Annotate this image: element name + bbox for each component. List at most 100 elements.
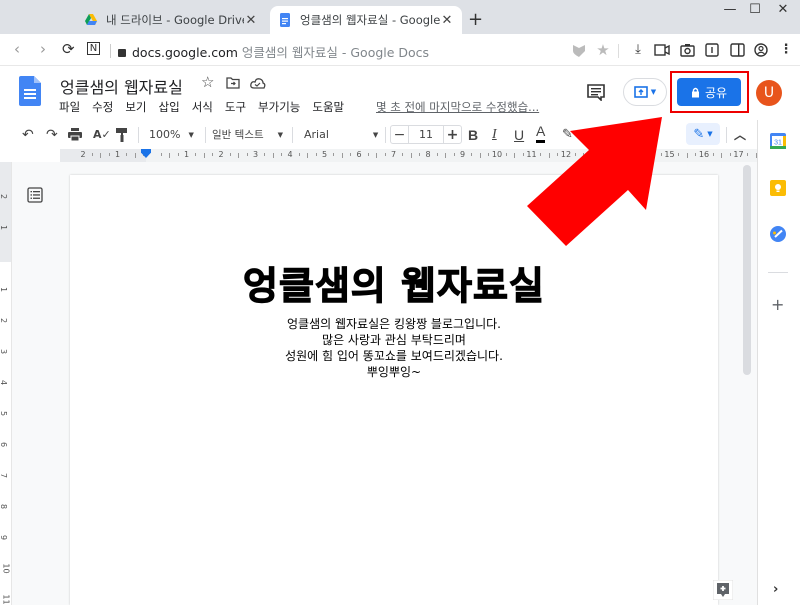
divider — [138, 127, 139, 143]
maximize-button[interactable]: ☐ — [740, 2, 770, 17]
ruler-tick — [384, 153, 386, 156]
google-docs-icon — [280, 13, 290, 27]
zoom-select[interactable]: 100% ▼ — [149, 121, 194, 148]
menu-tools[interactable]: 도구 — [225, 99, 246, 115]
menu-view[interactable]: 보기 — [125, 99, 146, 115]
tab-title: 엉클샘의 웹자료실 - Google Doc — [300, 13, 440, 27]
profile-icon[interactable] — [754, 43, 768, 57]
shield-icon[interactable] — [572, 43, 586, 57]
editing-mode-button[interactable]: ✎ ▼ — [686, 123, 720, 145]
ruler-tick — [203, 153, 205, 158]
extension-icon[interactable]: N — [87, 42, 100, 55]
menu-bar: 파일 수정 보기 삽입 서식 도구 부가기능 도움말 — [59, 99, 356, 115]
print-icon[interactable] — [68, 128, 82, 141]
docs-logo-icon[interactable] — [19, 76, 41, 106]
expand-panel-chevron-icon[interactable]: › — [773, 582, 778, 597]
url-field[interactable]: docs.google.com 엉클샘의 웹자료실 - Google Docs — [118, 42, 429, 61]
ruler-tick-label: 2 — [0, 318, 8, 323]
close-tab-icon[interactable]: ✕ — [244, 13, 258, 28]
font-size-input[interactable]: 11 — [409, 125, 443, 144]
paint-format-icon[interactable] — [116, 128, 128, 142]
new-tab-button[interactable]: + — [468, 9, 483, 30]
menu-addons[interactable]: 부가기능 — [258, 99, 300, 115]
close-tab-icon[interactable]: ✕ — [440, 13, 454, 28]
move-folder-icon[interactable] — [226, 77, 240, 89]
ruler-tick-label: 1 — [183, 150, 190, 159]
cloud-saved-icon[interactable] — [250, 77, 266, 89]
more-menu-icon[interactable]: ⋮ — [778, 42, 794, 58]
camera-icon[interactable] — [680, 43, 695, 57]
ruler-tick — [479, 153, 481, 158]
ruler-tick-label: 16 — [698, 150, 710, 159]
ruler-tick — [609, 153, 611, 156]
video-camera-icon[interactable] — [654, 43, 670, 57]
bookmark-star-icon[interactable]: ★ — [595, 42, 611, 58]
document-outline-icon[interactable] — [27, 187, 43, 203]
pencil-icon: ✎ — [693, 126, 705, 142]
divider — [205, 127, 206, 143]
ruler-tick — [402, 153, 404, 156]
keep-icon[interactable] — [770, 180, 786, 196]
ruler-tick — [453, 153, 455, 156]
menu-edit[interactable]: 수정 — [92, 99, 113, 115]
ruler-margin-left — [60, 149, 146, 162]
ruler-tick — [108, 153, 110, 156]
menu-insert[interactable]: 삽입 — [159, 99, 180, 115]
document-title[interactable]: 엉클샘의 웹자료실 — [60, 74, 183, 98]
calendar-icon[interactable]: 31 — [770, 133, 786, 149]
ruler-tick — [514, 153, 516, 158]
last-edit-link[interactable]: 몇 초 전에 마지막으로 수정했습... — [376, 99, 539, 115]
ruler-tick — [195, 153, 197, 156]
present-button[interactable]: ▼ — [623, 78, 667, 106]
font-select[interactable]: Arial ▼ — [304, 121, 378, 148]
add-comment-icon[interactable] — [713, 580, 733, 600]
ruler-tick — [333, 153, 335, 156]
highlight-color-icon[interactable]: ✎ — [562, 121, 573, 148]
body-line: 많은 사랑과 관심 부탁드리며 — [322, 333, 466, 347]
caret-down-icon: ▼ — [372, 130, 379, 139]
comment-history-icon[interactable] — [587, 84, 605, 101]
hide-menus-chevron-up-icon[interactable]: ︿ — [734, 121, 746, 148]
bold-button[interactable]: B — [468, 121, 478, 148]
menu-help[interactable]: 도움말 — [312, 99, 344, 115]
add-addon-plus-icon[interactable]: + — [771, 295, 784, 314]
ruler-tick-label: 3 — [0, 349, 8, 354]
paragraph-style-select[interactable]: 일반 텍스트 ▼ — [212, 121, 283, 148]
close-window-button[interactable]: ✕ — [768, 2, 798, 17]
document-page[interactable]: 엉클샘의 웹자료실 엉클샘의 웹자료실은 킹왕짱 블로그입니다. 많은 사랑과 … — [70, 175, 718, 605]
tab-google-docs[interactable]: 엉클샘의 웹자료실 - Google Doc ✕ — [270, 6, 462, 34]
star-icon[interactable]: ☆ — [201, 73, 214, 91]
reload-button[interactable]: ⟳ — [62, 40, 75, 58]
sidebar-icon[interactable] — [730, 43, 745, 57]
increase-font-size-button[interactable]: + — [443, 125, 462, 144]
ruler-tick-label: 2 — [218, 150, 224, 159]
decrease-font-size-button[interactable]: − — [390, 125, 409, 144]
menu-file[interactable]: 파일 — [59, 99, 80, 115]
reader-mode-icon[interactable] — [705, 43, 719, 57]
ruler-tick — [126, 153, 128, 156]
menu-format[interactable]: 서식 — [192, 99, 213, 115]
ruler-tick — [591, 153, 593, 156]
ruler-tick-label: 3 — [252, 150, 259, 159]
tasks-icon[interactable] — [770, 226, 786, 242]
text-color-button[interactable]: A — [536, 121, 546, 143]
tab-google-drive[interactable]: 내 드라이브 - Google Drive ✕ — [76, 6, 266, 34]
underline-button[interactable]: U — [514, 121, 524, 148]
undo-icon[interactable]: ↶ — [22, 121, 34, 148]
vertical-ruler[interactable]: 211234567891011 — [0, 162, 12, 605]
ruler-tick — [100, 153, 102, 158]
forward-button[interactable]: › — [40, 40, 46, 58]
body-line: 엉클샘의 웹자료실은 킹왕짱 블로그입니다. — [287, 317, 501, 331]
ruler-tick-label: 4 — [287, 150, 293, 159]
download-icon[interactable]: ⤓ — [630, 42, 646, 58]
spellcheck-icon[interactable]: A✓ — [93, 121, 111, 148]
ruler-tick — [436, 153, 438, 156]
horizontal-ruler[interactable]: 21123456789101112131415161718 — [60, 149, 800, 162]
back-button[interactable]: ‹ — [14, 40, 20, 58]
ruler-tick — [169, 153, 171, 158]
ruler-tick — [574, 153, 576, 156]
avatar[interactable]: U — [756, 80, 782, 106]
redo-icon[interactable]: ↷ — [46, 121, 58, 148]
vertical-scrollbar[interactable] — [743, 165, 751, 375]
italic-button[interactable]: I — [492, 121, 497, 148]
